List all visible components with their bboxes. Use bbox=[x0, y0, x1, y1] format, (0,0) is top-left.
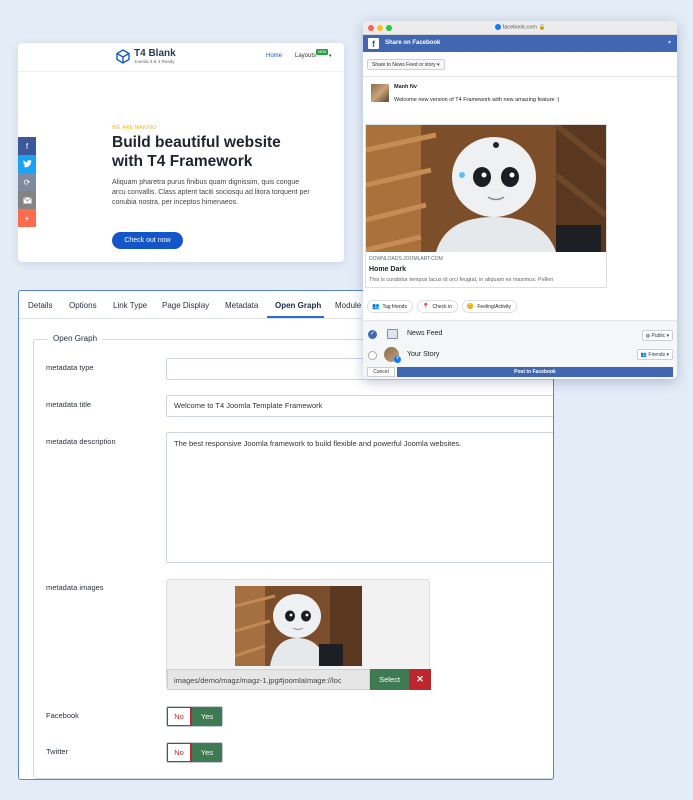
close-icon: ✕ bbox=[416, 674, 424, 684]
cube-logo-icon bbox=[116, 49, 130, 64]
post-message-input[interactable]: Welcome new version of T4 Framework with… bbox=[394, 97, 559, 103]
tab-page-display[interactable]: Page Display bbox=[162, 301, 209, 310]
more-share-icon[interactable]: + bbox=[18, 209, 36, 227]
robot-image bbox=[366, 125, 606, 252]
metadata-images-label: metadata images bbox=[46, 583, 104, 592]
user-name: Manh Nv bbox=[394, 84, 417, 90]
check-in-label: Check in bbox=[432, 304, 452, 310]
tab-options[interactable]: Options bbox=[69, 301, 97, 310]
share-target-panel: ✓ News Feed ◍ Public ▾ + Your Story 👥 Fr… bbox=[363, 320, 677, 379]
link-description: This is curabitur tempus lacus id orci f… bbox=[369, 277, 554, 283]
metadata-description-label: metadata description bbox=[46, 437, 116, 446]
window-titlebar: facebook.com 🔒 bbox=[363, 21, 677, 35]
destination-label: Share to News Feed or story bbox=[372, 62, 436, 68]
t4-website-preview: T4 Blank Joomla 3 & 4 Ready Home Layouts… bbox=[18, 43, 344, 262]
new-badge: NEW bbox=[316, 49, 329, 55]
link-preview-card[interactable]: DOWNLOADS.JOOMLART.COM Home Dark This is… bbox=[365, 124, 607, 288]
link-domain: DOWNLOADS.JOOMLART.COM bbox=[369, 256, 443, 262]
post-to-facebook-button[interactable]: Post to Facebook bbox=[397, 367, 673, 377]
news-feed-label: News Feed bbox=[407, 330, 443, 337]
smiley-icon: 😊 bbox=[466, 304, 475, 310]
site-navbar: T4 Blank Joomla 3 & 4 Ready Home Layouts… bbox=[18, 43, 344, 72]
hero-description: Aliquam pharetra purus finibus quam dign… bbox=[112, 179, 310, 206]
globe-icon bbox=[494, 24, 501, 30]
friends-icon: 👥 bbox=[640, 352, 648, 358]
image-path-field[interactable]: images/demo/magz/magz-1.jpg#joomlaImage:… bbox=[167, 669, 370, 690]
tab-details[interactable]: Details bbox=[28, 301, 52, 310]
nav-home-link[interactable]: Home bbox=[266, 53, 282, 59]
hero-eyebrow: WE ARE MAKING bbox=[112, 125, 157, 131]
twitter-label: Twitter bbox=[46, 747, 69, 756]
twitter-toggle[interactable]: No Yes bbox=[166, 742, 223, 763]
feeling-activity-label: Feeling/Activity bbox=[477, 304, 511, 310]
tag-friends-label: Tag friends bbox=[382, 304, 407, 310]
address-bar: facebook.com 🔒 bbox=[363, 24, 677, 30]
add-story-icon: + bbox=[394, 356, 401, 363]
logo-title: T4 Blank bbox=[134, 48, 176, 59]
feeling-activity-button[interactable]: 😊 Feeling/Activity bbox=[461, 300, 517, 313]
chevron-down-icon[interactable]: ▾ bbox=[329, 53, 332, 59]
twitter-no-option[interactable]: No bbox=[167, 743, 193, 762]
friends-label: Friends bbox=[648, 352, 666, 358]
check-in-button[interactable]: 📍 Check in bbox=[416, 300, 458, 313]
chevron-down-icon: ▾ bbox=[437, 62, 440, 68]
robot-image-preview bbox=[235, 586, 362, 666]
facebook-logo-icon: f bbox=[368, 38, 379, 49]
facebook-header: f Share on Facebook ▾ bbox=[363, 35, 677, 52]
tab-metadata[interactable]: Metadata bbox=[225, 301, 258, 310]
active-tab-indicator bbox=[267, 316, 324, 318]
metadata-title-field[interactable]: Welcome to T4 Joomla Template Framework bbox=[166, 395, 553, 417]
facebook-toggle[interactable]: No Yes bbox=[166, 706, 223, 727]
site-logo[interactable]: T4 Blank Joomla 3 & 4 Ready bbox=[116, 48, 176, 65]
fieldset-legend: Open Graph bbox=[48, 334, 103, 343]
metadata-type-label: metadata type bbox=[46, 363, 94, 372]
divider bbox=[363, 76, 677, 77]
avatar bbox=[371, 84, 389, 102]
select-image-button[interactable]: Select bbox=[370, 669, 409, 690]
tab-link-type[interactable]: Link Type bbox=[113, 301, 147, 310]
news-feed-checkbox[interactable]: ✓ bbox=[368, 330, 377, 339]
cancel-button[interactable]: Cancel bbox=[367, 367, 395, 377]
post-actions: 👥 Tag friends 📍 Check in 😊 Feeling/Activity bbox=[367, 300, 517, 313]
tab-open-graph[interactable]: Open Graph bbox=[275, 301, 321, 310]
your-story-label: Your Story bbox=[407, 351, 440, 358]
facebook-yes-option[interactable]: Yes bbox=[192, 707, 222, 726]
facebook-no-option[interactable]: No bbox=[167, 707, 193, 726]
location-pin-icon: 📍 bbox=[421, 304, 430, 310]
lock-icon: 🔒 bbox=[538, 24, 546, 31]
share-icon[interactable]: ⟳ bbox=[18, 173, 36, 191]
share-destination-select[interactable]: Share to News Feed or story ▾ bbox=[367, 59, 445, 70]
social-share-bar: f ⟳ + bbox=[18, 137, 36, 227]
email-share-icon[interactable] bbox=[18, 191, 36, 209]
your-story-checkbox[interactable] bbox=[368, 351, 377, 360]
check-out-button[interactable]: Check out now bbox=[112, 232, 183, 249]
nav-layouts-link[interactable]: Layouts bbox=[295, 53, 316, 59]
media-field: images/demo/magz/magz-1.jpg#joomlaImage:… bbox=[166, 579, 431, 690]
metadata-title-label: metadata title bbox=[46, 400, 92, 409]
tag-friends-button[interactable]: 👥 Tag friends bbox=[367, 300, 413, 313]
twitter-yes-option[interactable]: Yes bbox=[192, 743, 222, 762]
tag-friends-icon: 👥 bbox=[372, 304, 380, 310]
news-feed-icon bbox=[387, 329, 398, 339]
share-title: Share on Facebook bbox=[385, 40, 441, 46]
remove-image-button[interactable]: ✕ bbox=[409, 669, 431, 690]
metadata-description-textarea[interactable]: The best responsive Joomla framework to … bbox=[166, 432, 553, 563]
chevron-down-icon[interactable]: ▾ bbox=[668, 39, 671, 46]
logo-subtitle: Joomla 3 & 4 Ready bbox=[134, 59, 175, 64]
twitter-share-icon[interactable] bbox=[18, 155, 36, 173]
hero-title: Build beautiful website with T4 Framewor… bbox=[112, 134, 281, 170]
url-text: facebook.com bbox=[502, 24, 537, 31]
link-title: Home Dark bbox=[369, 266, 406, 273]
audience-public-select[interactable]: ◍ Public ▾ bbox=[641, 330, 673, 341]
audience-friends-select[interactable]: 👥 Friends ▾ bbox=[636, 349, 673, 360]
facebook-share-window: facebook.com 🔒 f Share on Facebook ▾ Sha… bbox=[363, 21, 677, 379]
facebook-share-icon[interactable]: f bbox=[18, 137, 36, 155]
facebook-label: Facebook bbox=[46, 711, 79, 720]
globe-icon: ◍ bbox=[645, 333, 651, 339]
public-label: Public bbox=[651, 333, 666, 339]
